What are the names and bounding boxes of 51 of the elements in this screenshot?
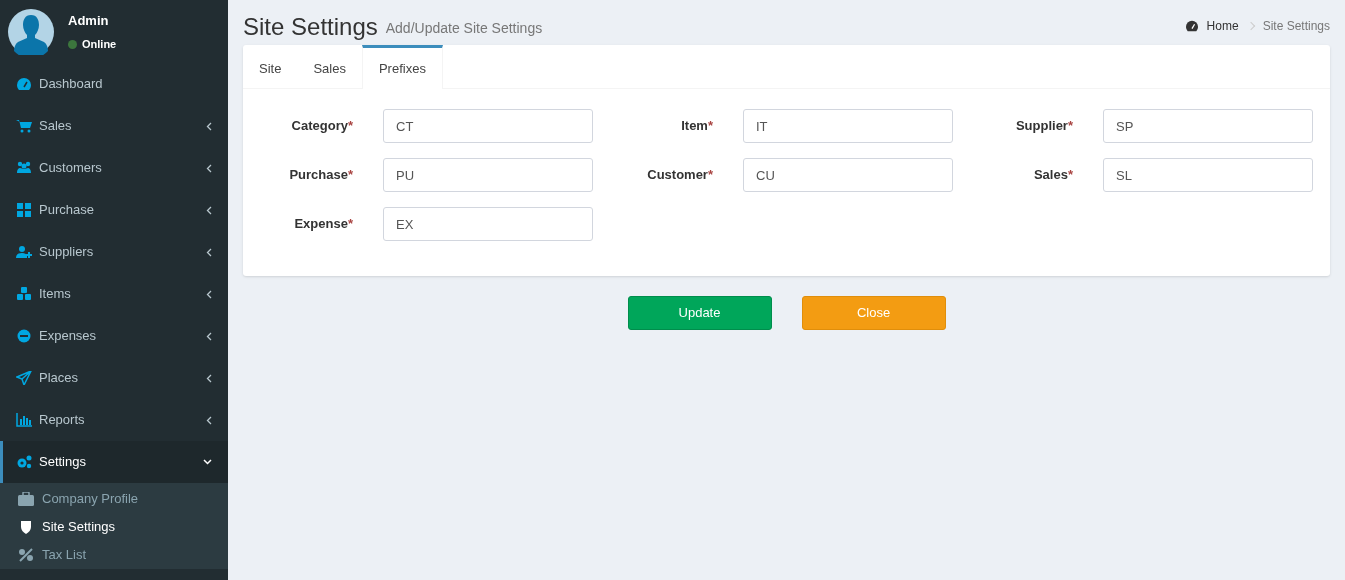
users-icon <box>16 161 32 175</box>
avatar-icon <box>8 8 54 55</box>
shield-icon <box>18 520 34 534</box>
tab[interactable]: Sales <box>297 45 362 89</box>
minus-circle-icon <box>16 329 32 343</box>
paper-plane-icon <box>16 371 32 385</box>
page-subtitle: Add/Update Site Settings <box>385 19 543 38</box>
sidebar-menu-item[interactable]: Items <box>0 273 228 315</box>
prefix-input[interactable]: CT <box>383 109 593 143</box>
percent-icon <box>18 548 34 562</box>
field-label: Sales* <box>1032 166 1073 185</box>
dashboard-gauge-icon <box>1184 20 1199 32</box>
sidebar-menu-item[interactable]: Places <box>0 357 228 399</box>
prefix-input[interactable]: CU <box>743 158 953 192</box>
sidebar-menu-item[interactable]: Dashboard <box>0 63 228 105</box>
prefix-input[interactable]: SP <box>1103 109 1313 143</box>
tab[interactable]: Prefixes <box>361 45 443 89</box>
breadcrumb-link[interactable]: Home <box>1206 17 1239 35</box>
gears-icon <box>16 455 32 469</box>
breadcrumb-current: Site Settings <box>1262 18 1330 35</box>
sidebar-menu-item[interactable]: Sales <box>0 105 228 147</box>
prefix-input[interactable]: IT <box>743 109 953 143</box>
sidebar-menu-item[interactable]: Settings <box>0 441 228 483</box>
sidebar-menu-item[interactable]: Purchase <box>0 189 228 231</box>
tab[interactable]: Site <box>243 45 298 89</box>
field-label: Category* <box>290 117 353 136</box>
sidebar-menu-item[interactable]: Reports <box>0 399 228 441</box>
user-status: Online <box>82 37 117 52</box>
bar-chart-icon <box>16 413 32 427</box>
page-title: Site Settings <box>243 15 378 39</box>
field-label: Expense* <box>293 215 353 234</box>
dashboard-gauge-icon <box>16 77 32 91</box>
user-plus-icon <box>16 245 32 259</box>
field-label: Purchase* <box>288 166 353 185</box>
field-label: Supplier* <box>1014 117 1073 136</box>
prefix-input[interactable]: PU <box>383 158 593 192</box>
sidebar-submenu-item[interactable]: Tax List <box>0 541 228 569</box>
sidebar-submenu-item[interactable]: Site Settings <box>0 513 228 541</box>
sidebar-menu-item[interactable]: Expenses <box>0 315 228 357</box>
field-label: Customer* <box>646 166 713 185</box>
sidebar-menu-item[interactable]: Customers <box>0 147 228 189</box>
sidebar-menu-item[interactable]: Suppliers <box>0 231 228 273</box>
cart-icon <box>16 119 32 133</box>
cubes-icon <box>16 287 32 301</box>
field-label: Item* <box>680 117 713 136</box>
grid-icon <box>16 203 32 217</box>
prefix-input[interactable]: EX <box>383 207 593 241</box>
sidebar-submenu-item[interactable]: Company Profile <box>0 485 228 513</box>
prefix-input[interactable]: SL <box>1103 158 1313 192</box>
user-name: Admin <box>68 11 110 30</box>
briefcase-icon <box>18 492 34 506</box>
